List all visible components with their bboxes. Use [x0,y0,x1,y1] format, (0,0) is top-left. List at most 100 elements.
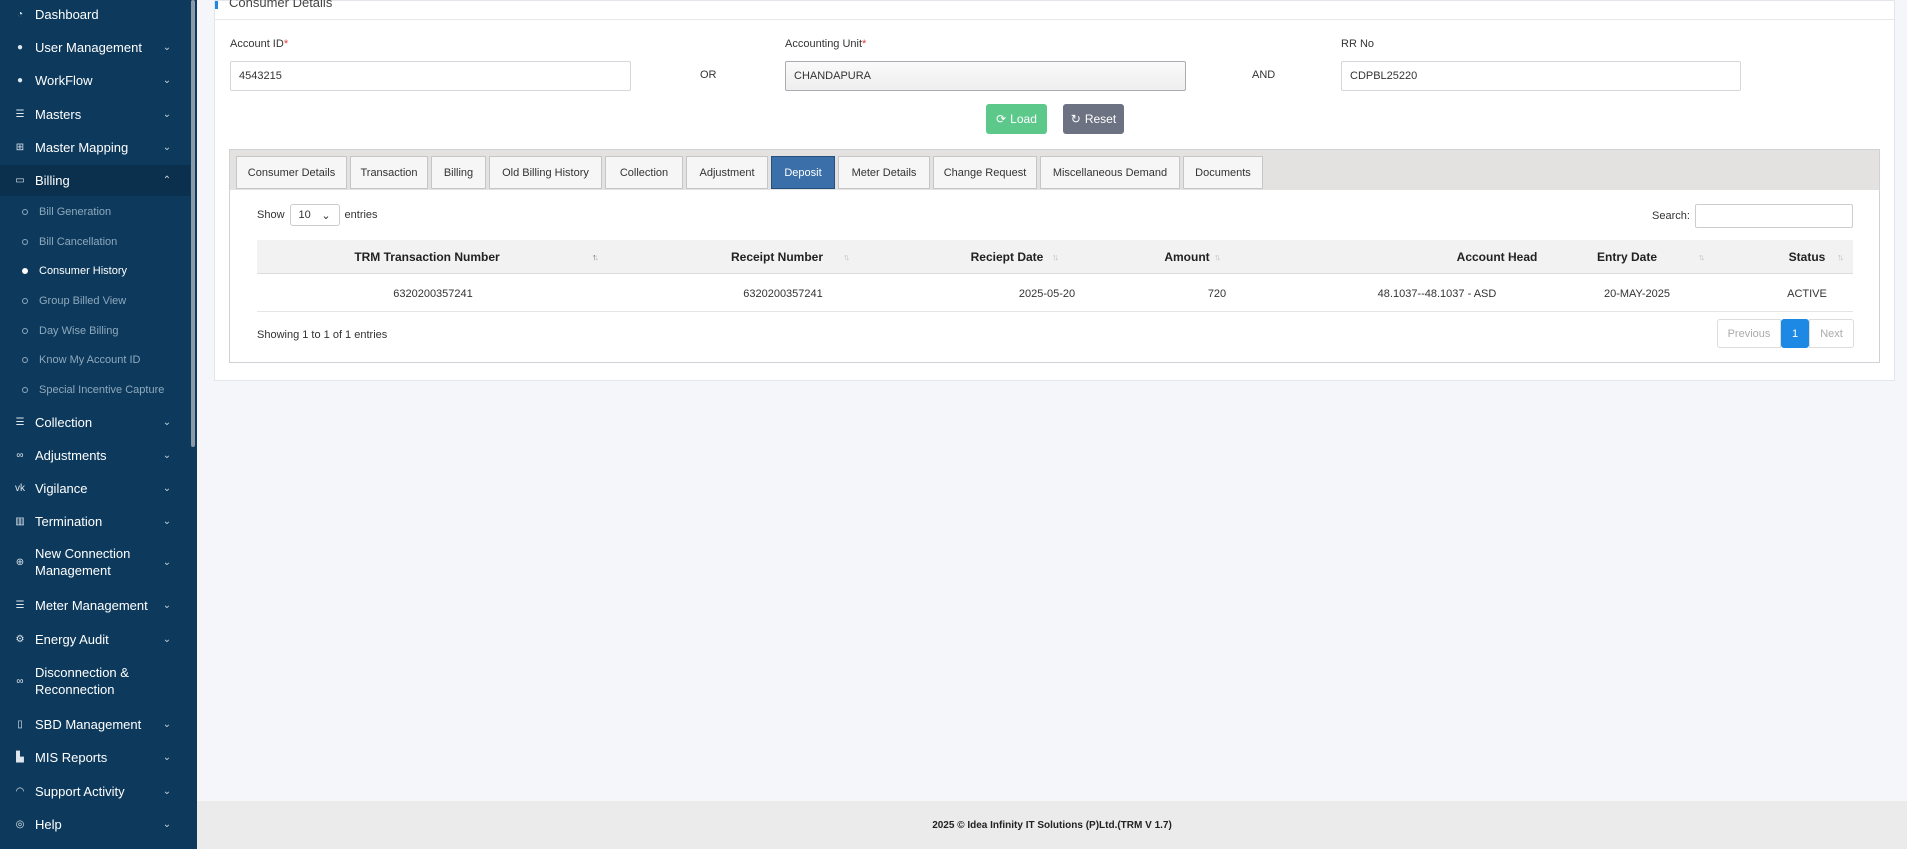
sub-item-group-billed-view[interactable]: Group Billed View [0,291,190,311]
mobile-icon: ▯ [17,718,23,730]
or-label: OR [700,69,717,81]
col-trm-transaction-number[interactable]: TRM Transaction Number [257,240,597,274]
chevron-down-icon: ⌄ [162,718,172,730]
list-icon: ☰ [15,416,25,428]
reset-button[interactable]: ↻ Reset [1063,104,1124,134]
sort-icon: ↑↓ [1214,252,1221,262]
sort-icon: ↑↓ [1698,252,1705,262]
headset-icon: ◠ [15,785,25,797]
chevron-down-icon: ⌄ [162,108,172,120]
sidebar-item-master-mapping[interactable]: ⊞ Master Mapping ⌄ [0,137,190,157]
footer: 2025 © Idea Infinity IT Solutions (P)Ltd… [197,801,1907,849]
chevron-down-icon: ⌄ [162,74,172,86]
tab-collection[interactable]: Collection [605,156,683,189]
col-entry-date[interactable]: Entry Date [1527,240,1727,274]
sidebar-item-sbd-management[interactable]: ▯ SBD Management ⌄ [0,714,190,734]
tab-documents[interactable]: Documents [1183,156,1263,189]
sidebar-item-energy-audit[interactable]: ⚙ Energy Audit ⌄ [0,629,190,649]
sort-icon: ↑↓ [843,252,850,262]
account-id-field[interactable]: 4543215 [230,61,631,91]
user-icon: ● [16,41,24,53]
accounting-unit-label: Accounting Unit* [785,38,867,50]
chevron-down-icon: ⌄ [162,751,172,763]
pagination: Previous 1 Next [1717,319,1854,348]
tab-old-billing-history[interactable]: Old Billing History [489,156,602,189]
spinner-icon: ⟳ [996,112,1007,126]
tab-meter-details[interactable]: Meter Details [838,156,930,189]
sub-item-day-wise-billing[interactable]: Day Wise Billing [0,321,190,341]
sidebar-item-mis-reports[interactable]: ▙ MIS Reports ⌄ [0,747,190,767]
sort-icon: ↑↓ [1052,252,1059,262]
chevron-down-icon: ⌄ [162,416,172,428]
sidebar-item-masters[interactable]: ☰ Masters ⌄ [0,104,190,124]
table-search: Search: [1652,204,1853,228]
sidebar-item-disconnection-reconnection[interactable]: ∞ Disconnection & Reconnection [0,663,190,699]
chevron-down-icon: ⌄ [162,599,172,611]
page-1-button[interactable]: 1 [1781,319,1809,348]
page-size-control: Show 10 ⌄ entries [257,204,378,226]
accounting-unit-select[interactable]: CHANDAPURA [785,61,1186,91]
card-header: Consumer Details [215,0,1894,20]
bar-chart-icon: ▙ [16,751,24,763]
trash-icon: ▥ [15,515,25,527]
chevron-down-icon: ⌄ [162,41,172,53]
tab-miscellaneous-demand[interactable]: Miscellaneous Demand [1040,156,1180,189]
circle-icon [22,239,28,245]
sidebar-item-collection[interactable]: ☰ Collection ⌄ [0,412,190,432]
link-icon: ∞ [16,675,24,687]
circle-icon [22,387,28,393]
tab-deposit[interactable]: Deposit [771,156,835,189]
sidebar-item-billing[interactable]: ▭ Billing ⌃ [0,165,190,196]
sidebar-item-new-connection-management[interactable]: ⊕ New Connection Management ⌄ [0,544,190,580]
list-icon: ☰ [15,599,25,611]
card-title: Consumer Details [229,0,333,10]
sub-item-bill-cancellation[interactable]: Bill Cancellation [0,232,190,252]
chevron-down-icon: ⌄ [162,482,172,494]
sidebar-item-workflow[interactable]: ● WorkFlow ⌄ [0,70,190,90]
page-size-select[interactable]: 10 ⌄ [289,204,340,226]
cell-status: ACTIVE [1787,287,1827,300]
sitemap-icon: ⊞ [15,141,25,153]
search-input[interactable] [1694,204,1853,228]
sidebar-item-dashboard[interactable]: ◔ Dashboard [0,4,190,24]
sub-item-bill-generation[interactable]: Bill Generation [0,202,190,222]
tab-change-request[interactable]: Change Request [933,156,1037,189]
tab-consumer-details[interactable]: Consumer Details [236,156,347,189]
tab-adjustment[interactable]: Adjustment [686,156,768,189]
chevron-down-icon: ⌄ [321,209,331,222]
sidebar-item-help[interactable]: ◎ Help ⌄ [0,814,190,834]
table-row: 6320200357241 6320200357241 2025-05-20 7… [257,275,1853,312]
next-button[interactable]: Next [1809,319,1854,348]
account-id-label: Account ID* [230,38,289,50]
circle-icon [22,298,28,304]
binoculars-icon: ∞ [16,449,24,461]
rr-no-field[interactable]: CDPBL25220 [1341,61,1741,91]
sidebar-item-user-management[interactable]: ● User Management ⌄ [0,37,190,57]
plus-circle-icon: ⊕ [15,556,25,568]
sidebar-scrollbar[interactable] [191,0,195,447]
sub-item-consumer-history[interactable]: Consumer History [0,261,190,281]
chevron-down-icon: ⌄ [162,818,172,830]
sidebar-item-adjustments[interactable]: ∞ Adjustments ⌄ [0,445,190,465]
circle-icon [22,268,28,274]
circle-icon [22,209,28,215]
refresh-icon: ↻ [1070,112,1081,126]
sub-item-special-incentive-capture[interactable]: Special Incentive Capture [0,380,190,400]
sidebar-item-meter-management[interactable]: ☰ Meter Management ⌄ [0,595,190,615]
tab-billing[interactable]: Billing [431,156,486,189]
user-icon: ● [16,74,24,86]
col-status[interactable]: Status [1727,240,1887,274]
dashboard-icon: ◔ [16,8,24,20]
circle-icon [22,328,28,334]
chevron-down-icon: ⌄ [162,141,172,153]
chevron-down-icon: ⌄ [162,449,172,461]
sidebar-item-support-activity[interactable]: ◠ Support Activity ⌄ [0,781,190,801]
previous-button[interactable]: Previous [1717,319,1781,348]
table-info: Showing 1 to 1 of 1 entries [257,329,388,341]
sub-item-know-my-account-id[interactable]: Know My Account ID [0,350,190,370]
cogs-icon: ⚙ [15,633,25,645]
sidebar-item-termination[interactable]: ▥ Termination ⌄ [0,511,190,531]
sidebar-item-vigilance[interactable]: vk Vigilance ⌄ [0,478,190,498]
tab-transaction[interactable]: Transaction [350,156,428,189]
load-button[interactable]: ⟳ Load [986,104,1047,134]
